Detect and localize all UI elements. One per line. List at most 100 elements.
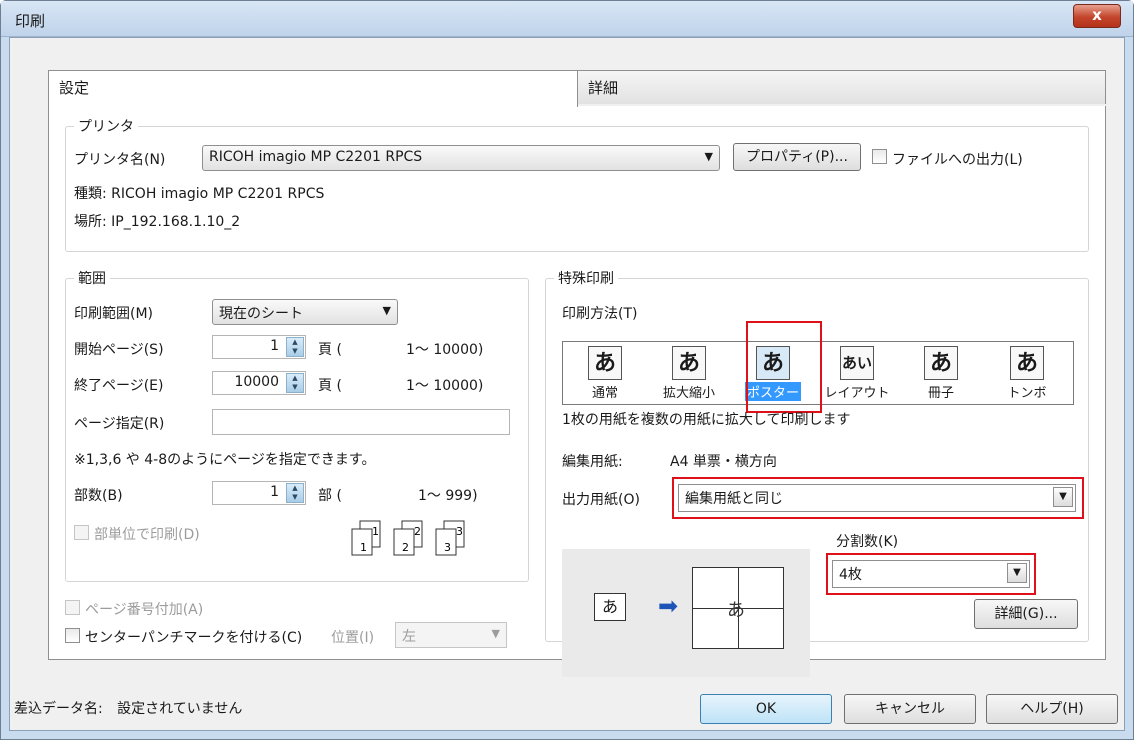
printer-name-value: RICOH imagio MP C2201 RPCS bbox=[209, 149, 423, 165]
print-range-label: 印刷範囲(M) bbox=[74, 306, 154, 322]
close-button[interactable]: x bbox=[1073, 4, 1121, 28]
page-spec-label: ページ指定(R) bbox=[74, 416, 165, 432]
copies-value: 1 bbox=[270, 484, 279, 500]
merge-data-row: 差込データ名: 設定されていません bbox=[14, 698, 242, 718]
split-pages-icon: あ bbox=[692, 567, 784, 649]
chevron-down-icon: ▼ bbox=[382, 304, 391, 317]
print-to-file-checkbox[interactable] bbox=[872, 149, 887, 164]
collate-label: 部単位で印刷(D) bbox=[94, 527, 200, 543]
collate-digit: 3 bbox=[444, 541, 451, 554]
start-page-range: 1～ 10000) bbox=[406, 342, 484, 358]
method-label: 拡大縮小 bbox=[662, 386, 715, 401]
booklet-icon: あ bbox=[924, 346, 958, 380]
range-group-title: 範囲 bbox=[74, 268, 110, 288]
arrow-right-icon: ➡ bbox=[658, 592, 679, 620]
method-label: 通常 bbox=[591, 386, 618, 401]
page-spec-hint: ※1,3,6 や 4-8のようにページを指定できます。 bbox=[74, 452, 376, 468]
print-range-select[interactable]: 現在のシート ▼ bbox=[212, 299, 398, 325]
printer-location-text: 場所: IP_192.168.1.10_2 bbox=[74, 214, 241, 230]
method-label: レイアウト bbox=[824, 386, 890, 401]
copies-stepper[interactable]: 1 ▲ ▼ bbox=[212, 481, 306, 505]
split-count-label: 分割数(K) bbox=[836, 534, 899, 550]
detail-button[interactable]: 詳細(G)... bbox=[974, 599, 1078, 629]
printer-name-select[interactable]: RICOH imagio MP C2201 RPCS ▼ bbox=[202, 145, 720, 171]
poster-highlight-box bbox=[746, 321, 822, 413]
split-glyph: あ bbox=[727, 600, 745, 621]
method-booklet[interactable]: あ 冊子 bbox=[901, 346, 981, 402]
printer-type-text: 種類: RICOH imagio MP C2201 RPCS bbox=[74, 186, 325, 202]
method-label: トンボ bbox=[1007, 386, 1047, 401]
range-group: 範囲 印刷範囲(M) 現在のシート ▼ 開始ページ(S) 1 ▲ ▼ 頁 ( 1～… bbox=[65, 268, 529, 582]
close-icon: x bbox=[1092, 6, 1102, 24]
page-spec-input[interactable] bbox=[212, 409, 510, 435]
copies-unit: 部 ( bbox=[318, 488, 342, 504]
source-page-icon: あ bbox=[594, 593, 626, 621]
start-page-stepper[interactable]: 1 ▲ ▼ bbox=[212, 335, 306, 359]
copies-range: 1～ 999) bbox=[418, 488, 478, 504]
add-page-number-checkbox[interactable] bbox=[65, 600, 80, 615]
title-bar: 印刷 x bbox=[1, 1, 1133, 37]
split-count-value: 4枚 bbox=[839, 567, 862, 583]
tab-control: 設定 詳細 プリンタ プリンタ名(N) RICOH imagio MP C220… bbox=[48, 70, 1108, 677]
ok-button[interactable]: OK bbox=[700, 694, 832, 724]
merge-data-label: 差込データ名: bbox=[14, 701, 103, 717]
dialog-body: 設定 詳細 プリンタ プリンタ名(N) RICOH imagio MP C220… bbox=[9, 37, 1125, 731]
collate-digit: 3 bbox=[456, 525, 463, 538]
end-page-unit: 頁 ( bbox=[318, 378, 342, 394]
output-paper-select[interactable]: 編集用紙と同じ ▼ bbox=[678, 484, 1076, 512]
end-page-label: 終了ページ(E) bbox=[74, 378, 164, 394]
start-page-value: 1 bbox=[270, 338, 279, 354]
output-paper-value: 編集用紙と同じ bbox=[685, 491, 783, 507]
method-label: 冊子 bbox=[927, 386, 954, 401]
position-label: 位置(I) bbox=[331, 630, 375, 646]
method-scale[interactable]: あ 拡大縮小 bbox=[649, 346, 729, 402]
printer-group: プリンタ プリンタ名(N) RICOH imagio MP C2201 RPCS… bbox=[65, 116, 1089, 252]
printer-name-label: プリンタ名(N) bbox=[74, 152, 166, 168]
print-range-value: 現在のシート bbox=[219, 306, 303, 322]
tab-details[interactable]: 詳細 bbox=[577, 70, 1106, 104]
print-method-label: 印刷方法(T) bbox=[562, 306, 638, 322]
method-crop-marks[interactable]: あ トンボ bbox=[987, 346, 1067, 402]
chevron-down-icon: ▼ bbox=[1053, 487, 1073, 507]
collate-checkbox[interactable] bbox=[74, 525, 89, 540]
layout-icon: あい bbox=[840, 346, 874, 380]
start-page-label: 開始ページ(S) bbox=[74, 342, 164, 358]
spin-arrows-icon[interactable]: ▲ ▼ bbox=[286, 373, 304, 393]
edit-paper-value: A4 単票・横方向 bbox=[670, 454, 777, 470]
start-page-unit: 頁 ( bbox=[318, 342, 342, 358]
spin-arrows-icon[interactable]: ▲ ▼ bbox=[286, 483, 304, 503]
end-page-range: 1～ 10000) bbox=[406, 378, 484, 394]
position-select[interactable]: 左 ▼ bbox=[395, 622, 507, 648]
merge-data-value: 設定されていません bbox=[117, 701, 243, 717]
tab-settings[interactable]: 設定 bbox=[48, 70, 578, 107]
special-print-group-title: 特殊印刷 bbox=[554, 268, 618, 288]
help-button[interactable]: ヘルプ(H) bbox=[986, 694, 1118, 724]
method-normal[interactable]: あ 通常 bbox=[565, 346, 645, 402]
print-dialog: 印刷 x 設定 詳細 プリンタ プリンタ名(N) RICOH imagio MP… bbox=[0, 0, 1134, 740]
window-title: 印刷 bbox=[15, 12, 46, 30]
normal-icon: あ bbox=[588, 346, 622, 380]
edit-paper-label: 編集用紙: bbox=[562, 454, 623, 470]
chevron-down-icon: ▼ bbox=[1007, 563, 1027, 583]
center-punch-label: センターパンチマークを付ける(C) bbox=[85, 630, 303, 646]
end-page-value: 10000 bbox=[234, 374, 279, 390]
spin-arrows-icon[interactable]: ▲ ▼ bbox=[286, 337, 304, 357]
position-value: 左 bbox=[402, 629, 416, 645]
cancel-button[interactable]: キャンセル bbox=[844, 694, 976, 724]
collate-digit: 2 bbox=[414, 525, 421, 538]
collate-pages-icon: 1 1 2 2 3 3 bbox=[351, 520, 465, 556]
chevron-down-icon: ▼ bbox=[704, 150, 713, 163]
method-layout[interactable]: あい レイアウト bbox=[817, 346, 897, 402]
scale-icon: あ bbox=[672, 346, 706, 380]
crop-marks-icon: あ bbox=[1010, 346, 1044, 380]
end-page-stepper[interactable]: 10000 ▲ ▼ bbox=[212, 371, 306, 395]
settings-panel: プリンタ プリンタ名(N) RICOH imagio MP C2201 RPCS… bbox=[48, 106, 1106, 677]
method-description: 1枚の用紙を複数の用紙に拡大して印刷します bbox=[562, 412, 851, 428]
collate-digit: 1 bbox=[372, 525, 379, 538]
properties-button[interactable]: プロパティ(P)... bbox=[733, 143, 861, 171]
printer-group-title: プリンタ bbox=[74, 116, 138, 136]
poster-preview: あ ➡ あ bbox=[562, 549, 810, 677]
print-to-file-label: ファイルへの出力(L) bbox=[892, 152, 1023, 168]
center-punch-checkbox[interactable] bbox=[65, 628, 80, 643]
split-count-select[interactable]: 4枚 ▼ bbox=[832, 560, 1030, 588]
